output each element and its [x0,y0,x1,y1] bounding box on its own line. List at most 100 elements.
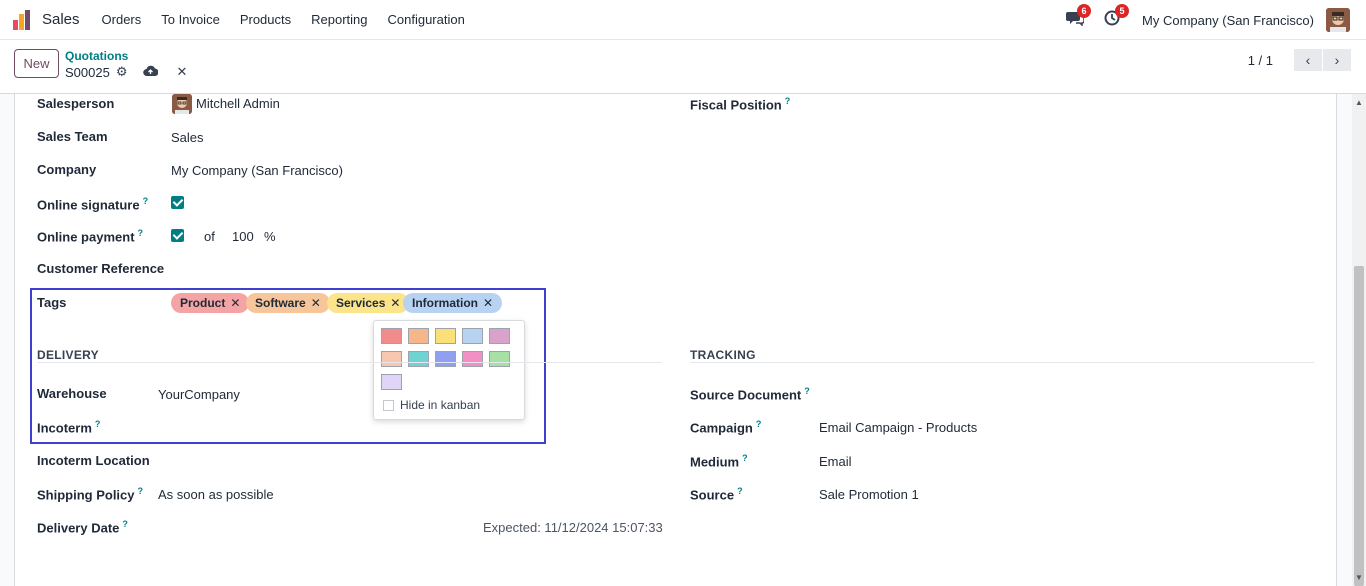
scroll-up-arrow[interactable]: ▲ [1355,98,1363,107]
incoterm-location-label: Incoterm Location [37,453,150,468]
help-icon[interactable]: ? [122,519,128,529]
menu-to-invoice[interactable]: To Invoice [151,12,230,27]
company-label: Company [37,162,97,177]
messages-badge: 6 [1077,4,1092,18]
main-menu: Orders To Invoice Products Reporting Con… [92,12,475,27]
sales-app-icon[interactable] [13,9,33,30]
menu-orders[interactable]: Orders [92,12,152,27]
messages-button[interactable]: 6 [1066,4,1092,30]
company-switcher[interactable]: My Company (San Francisco) [1142,13,1314,28]
gear-icon[interactable]: ⚙ [116,64,128,80]
customer-reference-label: Customer Reference [37,261,165,276]
pager-next-button[interactable]: › [1323,49,1351,71]
new-button[interactable]: New [14,49,59,78]
salesperson-field[interactable]: Mitchell Admin [196,96,280,111]
hide-in-kanban-option[interactable]: Hide in kanban [383,398,480,412]
pager-value[interactable]: 1 / 1 [1248,53,1273,68]
payment-percent-unit: % [264,229,276,244]
help-icon[interactable]: ? [737,486,743,496]
delivery-date-label: Delivery Date? [37,519,128,536]
campaign-field[interactable]: Email Campaign - Products [819,420,977,435]
record-title: S00025 ⚙ ✕ [65,64,187,80]
app-name[interactable]: Sales [42,11,80,28]
menu-products[interactable]: Products [230,12,301,27]
record-name: S00025 [65,64,110,80]
control-panel: New Quotations S00025 ⚙ ✕ 1 / 1 ‹ › [0,40,1366,94]
color-swatch[interactable] [435,328,456,344]
payment-of-text: of [204,229,215,244]
color-swatch[interactable] [462,351,483,367]
remove-tag-icon[interactable]: ✕ [390,296,400,310]
color-swatch[interactable] [381,374,402,390]
delivery-divider [37,362,662,363]
menu-reporting[interactable]: Reporting [301,12,377,27]
campaign-label: Campaign? [690,419,762,436]
color-swatch[interactable] [462,328,483,344]
color-swatch[interactable] [435,351,456,367]
help-icon[interactable]: ? [756,419,762,429]
expected-delivery-date: Expected: 11/12/2024 15:07:33 [483,520,663,535]
cloud-upload-icon[interactable] [143,65,159,80]
color-swatch[interactable] [408,328,429,344]
chevron-left-icon: ‹ [1305,52,1311,68]
online-payment-label: Online payment? [37,228,144,245]
remove-tag-icon[interactable]: ✕ [311,296,321,310]
fiscal-position-label: Fiscal Position? [690,96,791,113]
salesperson-avatar [172,94,192,114]
delivery-section-title: DELIVERY [37,348,99,362]
tracking-section-title: TRACKING [690,348,756,362]
hide-in-kanban-label: Hide in kanban [400,398,481,412]
remove-tag-icon[interactable]: ✕ [230,296,240,310]
remove-tag-icon[interactable]: ✕ [483,296,493,310]
user-avatar[interactable] [1326,8,1350,32]
hide-in-kanban-checkbox[interactable] [383,399,394,411]
pager-prev-button[interactable]: ‹ [1294,49,1322,71]
tag-services[interactable]: Services ✕ [327,293,410,313]
help-icon[interactable]: ? [143,196,149,206]
source-document-label: Source Document? [690,386,810,403]
color-swatch[interactable] [489,328,510,344]
color-swatch[interactable] [381,351,402,367]
help-icon[interactable]: ? [138,228,144,238]
tag-product[interactable]: Product ✕ [171,293,250,313]
online-payment-checkbox[interactable] [171,229,184,242]
salesperson-label: Salesperson [37,96,115,111]
tracking-divider [690,362,1314,363]
tag-color-picker: Hide in kanban [373,320,525,420]
company-field[interactable]: My Company (San Francisco) [171,163,343,178]
scroll-down-arrow[interactable]: ▼ [1355,573,1363,582]
help-icon[interactable]: ? [95,419,101,429]
help-icon[interactable]: ? [804,386,810,396]
online-signature-label: Online signature? [37,196,149,213]
tag-software[interactable]: Software ✕ [246,293,330,313]
help-icon[interactable]: ? [785,96,791,106]
activities-button[interactable]: 5 [1104,4,1130,30]
color-swatch[interactable] [408,351,429,367]
payment-percentage-input[interactable]: 100 [232,229,254,244]
top-navbar: Sales Orders To Invoice Products Reporti… [0,0,1366,40]
close-icon[interactable]: ✕ [176,64,187,80]
sales-team-label: Sales Team [37,129,108,144]
color-swatch[interactable] [489,351,510,367]
warehouse-field[interactable]: YourCompany [158,387,240,402]
online-signature-checkbox[interactable] [171,196,184,209]
source-label: Source? [690,486,743,503]
warehouse-label: Warehouse [37,386,107,401]
breadcrumb-quotations[interactable]: Quotations [65,49,128,63]
help-icon[interactable]: ? [742,453,748,463]
medium-field[interactable]: Email [819,454,852,469]
menu-configuration[interactable]: Configuration [378,12,475,27]
scrollbar-thumb[interactable] [1354,266,1364,586]
help-icon[interactable]: ? [138,486,144,496]
medium-label: Medium? [690,453,748,470]
source-field[interactable]: Sale Promotion 1 [819,487,919,502]
color-swatch[interactable] [381,328,402,344]
sales-team-field[interactable]: Sales [171,130,204,145]
shipping-policy-field[interactable]: As soon as possible [158,487,274,502]
activities-badge: 5 [1115,4,1130,18]
tag-information[interactable]: Information ✕ [403,293,503,313]
scrollbar[interactable]: ▲ ▼ [1352,94,1366,586]
incoterm-label: Incoterm? [37,419,101,436]
tags-label: Tags [37,295,67,310]
shipping-policy-label: Shipping Policy? [37,486,144,503]
